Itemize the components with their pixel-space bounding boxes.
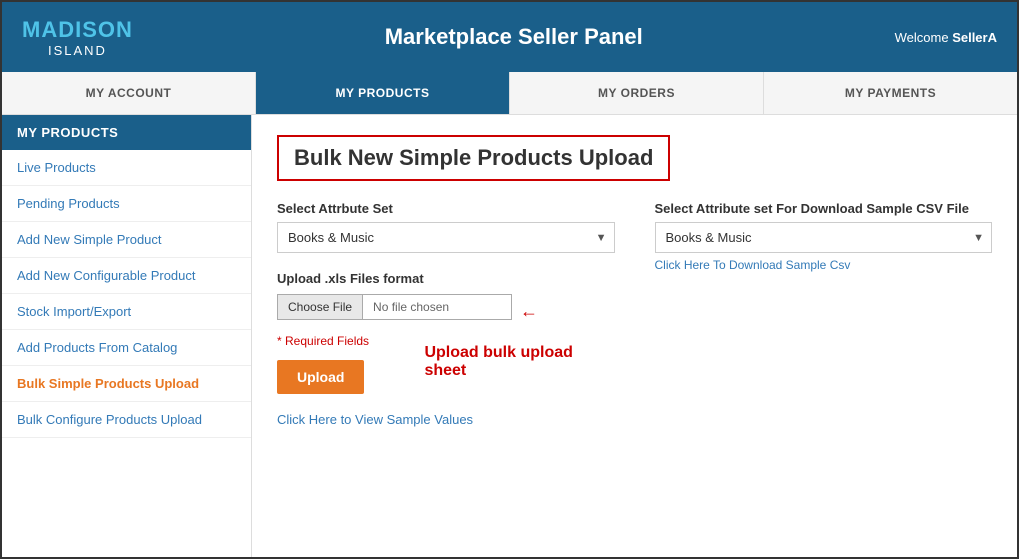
arrow-indicator-icon: ← — [520, 301, 538, 322]
file-input-row: Choose File No file chosen — [277, 294, 512, 320]
page-title: Bulk New Simple Products Upload — [277, 135, 670, 181]
header-welcome: Welcome SellerA — [895, 30, 997, 45]
attribute-set-label: Select Attrbute Set — [277, 201, 615, 216]
right-col: Select Attribute set For Download Sample… — [655, 201, 993, 427]
tab-my-payments[interactable]: MY PAYMENTS — [764, 72, 1017, 114]
tab-my-orders[interactable]: MY ORDERS — [510, 72, 764, 114]
tooltip-text: Upload bulk upload sheet — [424, 344, 614, 380]
choose-file-button[interactable]: Choose File — [277, 294, 362, 320]
logo-area: MADISON ISLAND — [22, 17, 133, 58]
tab-my-account[interactable]: MY ACCOUNT — [2, 72, 256, 114]
sidebar-item-add-products-from-catalog[interactable]: Add Products From Catalog — [2, 330, 251, 366]
upload-format-label: Upload .xls Files format — [277, 271, 615, 286]
welcome-text: Welcome — [895, 30, 949, 45]
header-title: Marketplace Seller Panel — [133, 24, 895, 50]
logo-madison: MADISON — [22, 17, 133, 43]
nav-tabs: MY ACCOUNT MY PRODUCTS MY ORDERS MY PAYM… — [2, 72, 1017, 115]
sidebar-item-live-products[interactable]: Live Products — [2, 150, 251, 186]
download-label: Select Attribute set For Download Sample… — [655, 201, 993, 216]
left-col: Select Attrbute Set Books & Music Defaul… — [277, 201, 615, 427]
sidebar-item-bulk-simple-products-upload[interactable]: Bulk Simple Products Upload — [2, 366, 251, 402]
logo-island: ISLAND — [48, 43, 107, 58]
upload-section: Upload .xls Files format Choose File No … — [277, 271, 615, 427]
upload-button[interactable]: Upload — [277, 360, 364, 394]
tab-my-products[interactable]: MY PRODUCTS — [256, 72, 510, 114]
header: MADISON ISLAND Marketplace Seller Panel … — [2, 2, 1017, 72]
sidebar-item-add-new-simple-product[interactable]: Add New Simple Product — [2, 222, 251, 258]
content-panel: Bulk New Simple Products Upload Select A… — [252, 115, 1017, 557]
download-csv-link[interactable]: Click Here To Download Sample Csv — [655, 258, 993, 272]
form-columns: Select Attrbute Set Books & Music Defaul… — [277, 201, 992, 427]
sidebar-item-add-new-configurable-product[interactable]: Add New Configurable Product — [2, 258, 251, 294]
sample-values-link[interactable]: Click Here to View Sample Values — [277, 412, 615, 427]
sidebar-item-bulk-configure-products-upload[interactable]: Bulk Configure Products Upload — [2, 402, 251, 438]
download-set-select[interactable]: Books & Music Default Electronics — [655, 222, 993, 253]
sidebar-header: MY PRODUCTS — [2, 115, 251, 150]
sidebar-item-stock-import-export[interactable]: Stock Import/Export — [2, 294, 251, 330]
sidebar-item-pending-products[interactable]: Pending Products — [2, 186, 251, 222]
file-name-display: No file chosen — [362, 294, 512, 320]
username: SellerA — [952, 30, 997, 45]
download-set-wrapper: Books & Music Default Electronics ▼ — [655, 222, 993, 253]
attribute-set-select[interactable]: Books & Music Default Electronics — [277, 222, 615, 253]
sidebar: MY PRODUCTS Live Products Pending Produc… — [2, 115, 252, 557]
attribute-set-wrapper: Books & Music Default Electronics ▼ — [277, 222, 615, 253]
page-wrapper: MADISON ISLAND Marketplace Seller Panel … — [0, 0, 1019, 559]
main-content: MY PRODUCTS Live Products Pending Produc… — [2, 115, 1017, 557]
